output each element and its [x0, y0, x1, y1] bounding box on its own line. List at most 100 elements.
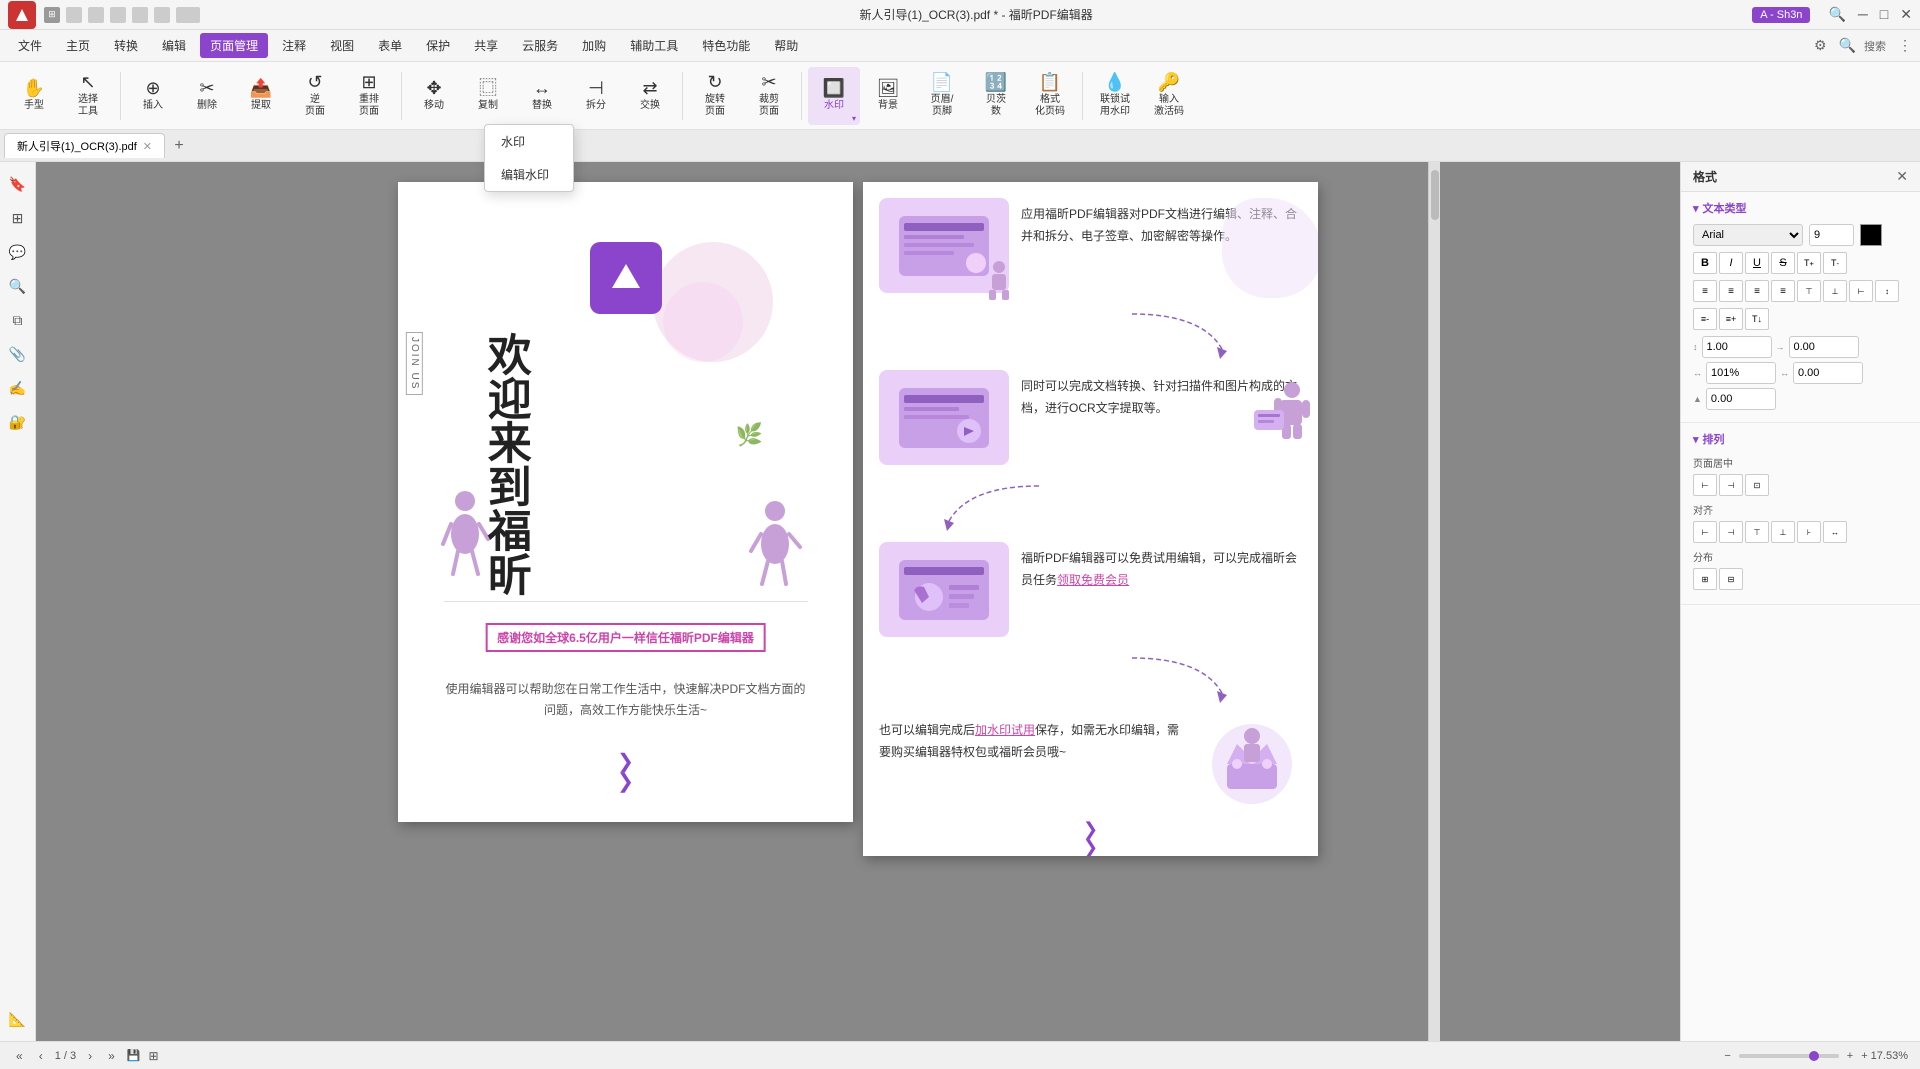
line-spacing-input[interactable]: [1702, 336, 1772, 358]
list-outdent-btn[interactable]: ≡+: [1719, 308, 1743, 330]
section3-link[interactable]: 领取免费会员: [1057, 573, 1129, 587]
more-icon[interactable]: ⋮: [1898, 37, 1912, 54]
font-size-input[interactable]: [1809, 224, 1854, 246]
bold-btn[interactable]: B: [1693, 252, 1717, 274]
obj-align-middle-btn[interactable]: ⊦: [1797, 521, 1821, 543]
menu-purchase[interactable]: 加购: [572, 33, 616, 58]
obj-align-left-btn[interactable]: ⊢: [1693, 521, 1717, 543]
sidebar-layers-icon[interactable]: ⧉: [4, 306, 32, 334]
baseline-input[interactable]: [1706, 388, 1776, 410]
nav-last-btn[interactable]: »: [104, 1049, 119, 1063]
tool-reverse[interactable]: ↺ 逆页面: [289, 67, 341, 125]
menu-convert[interactable]: 转换: [104, 33, 148, 58]
menu-file[interactable]: 文件: [8, 33, 52, 58]
tool-lock-watermark[interactable]: 💧 联锁试用水印: [1089, 67, 1141, 125]
minimize-btn[interactable]: ─: [1858, 6, 1868, 23]
obj-align-top-btn[interactable]: ⊥: [1771, 521, 1795, 543]
panel-close-icon[interactable]: ✕: [1896, 168, 1908, 185]
tool-watermark[interactable]: 🔲 水印 ▾: [808, 67, 860, 125]
sidebar-bookmark-icon[interactable]: 🔖: [4, 170, 32, 198]
indent-input[interactable]: [1789, 336, 1859, 358]
dropdown-edit-watermark[interactable]: 编辑水印: [485, 158, 573, 191]
menu-protect[interactable]: 保护: [416, 33, 460, 58]
distribute-h-btn[interactable]: ⊞: [1693, 568, 1717, 590]
sidebar-signature-icon[interactable]: ✍: [4, 374, 32, 402]
tool-move[interactable]: ✥ 移动: [408, 67, 460, 125]
dropdown-watermark[interactable]: 水印: [485, 125, 573, 158]
close-btn[interactable]: ✕: [1900, 6, 1912, 23]
nav-next-btn[interactable]: ›: [84, 1049, 96, 1063]
underline-btn[interactable]: U: [1745, 252, 1769, 274]
zoom-slider[interactable]: [1739, 1054, 1839, 1058]
align-middle-btn[interactable]: ⊥: [1823, 280, 1847, 302]
align-right-btn[interactable]: ≡: [1745, 280, 1769, 302]
menu-view[interactable]: 视图: [320, 33, 364, 58]
font-color-picker[interactable]: [1860, 224, 1882, 246]
distribute-v-btn[interactable]: ⊟: [1719, 568, 1743, 590]
tool-header-footer[interactable]: 📄 页眉/页脚: [916, 67, 968, 125]
align-center-btn[interactable]: ≡: [1719, 280, 1743, 302]
content-scrollbar[interactable]: [1428, 162, 1440, 1041]
tool-bates[interactable]: 🔢 贝茨数: [970, 67, 1022, 125]
tool-crop[interactable]: ✂ 裁剪页面: [743, 67, 795, 125]
char-scale-input[interactable]: [1706, 362, 1776, 384]
fit-page-btn[interactable]: ⊞: [148, 1049, 158, 1063]
menu-cloud[interactable]: 云服务: [512, 33, 568, 58]
menu-form[interactable]: 表单: [368, 33, 412, 58]
obj-align-center-btn[interactable]: ⊣: [1719, 521, 1743, 543]
align-top-btn[interactable]: ⊤: [1797, 280, 1821, 302]
char-spacing-input[interactable]: [1793, 362, 1863, 384]
tool-rotate[interactable]: ↻ 旋转页面: [689, 67, 741, 125]
menu-assist[interactable]: 辅助工具: [620, 33, 688, 58]
tab-add-btn[interactable]: +: [167, 134, 191, 158]
tool-rearrange[interactable]: ⊞ 重排页面: [343, 67, 395, 125]
tool-split[interactable]: ⊣ 拆分: [570, 67, 622, 125]
italic-btn[interactable]: I: [1719, 252, 1743, 274]
tool-insert[interactable]: ⊕ 插入: [127, 67, 179, 125]
search-toolbar-icon[interactable]: 🔍: [1839, 37, 1856, 54]
tool-extract[interactable]: 📤 提取: [235, 67, 287, 125]
align-bottom-btn[interactable]: ⊢: [1849, 280, 1873, 302]
obj-align-bottom-btn[interactable]: ↔: [1823, 521, 1847, 543]
center-v-btn[interactable]: ⊣: [1719, 474, 1743, 496]
tool-select[interactable]: ↖ 选择工具: [62, 67, 114, 125]
menu-share[interactable]: 共享: [464, 33, 508, 58]
tool-format-page[interactable]: 📋 格式化页码: [1024, 67, 1076, 125]
tool-background[interactable]: 🖼 背景: [862, 67, 914, 125]
align-left-btn[interactable]: ≡: [1693, 280, 1717, 302]
text-direction-btn[interactable]: ↕: [1875, 280, 1899, 302]
strikethrough-btn[interactable]: S: [1771, 252, 1795, 274]
section4-link[interactable]: 加水印试用: [975, 723, 1035, 737]
center-both-btn[interactable]: ⊡: [1745, 474, 1769, 496]
nav-prev-btn[interactable]: ‹: [35, 1049, 47, 1063]
tool-delete[interactable]: ✂ 删除: [181, 67, 233, 125]
zoom-out-btn[interactable]: −: [1724, 1050, 1730, 1062]
list-indent-btn[interactable]: ≡-: [1693, 308, 1717, 330]
align-justify-btn[interactable]: ≡: [1771, 280, 1795, 302]
zoom-in-btn[interactable]: +: [1847, 1050, 1853, 1062]
font-name-select[interactable]: Arial: [1693, 224, 1803, 246]
maximize-btn[interactable]: □: [1880, 6, 1888, 23]
obj-align-right-btn[interactable]: ⊤: [1745, 521, 1769, 543]
menu-edit[interactable]: 编辑: [152, 33, 196, 58]
tool-hand[interactable]: ✋ 手型: [8, 67, 60, 125]
menu-annotate[interactable]: 注释: [272, 33, 316, 58]
menu-home[interactable]: 主页: [56, 33, 100, 58]
text-size-decrease-btn[interactable]: T↓: [1745, 308, 1769, 330]
tool-swap[interactable]: ⇄ 交换: [624, 67, 676, 125]
tool-activation[interactable]: 🔑 输入激活码: [1143, 67, 1195, 125]
save-btn[interactable]: 💾: [127, 1049, 141, 1062]
tab-close-btn[interactable]: ✕: [143, 140, 152, 153]
toolbar-settings-icon[interactable]: ⚙: [1814, 37, 1827, 54]
tab-pdf[interactable]: 新人引导(1)_OCR(3).pdf ✕: [4, 133, 165, 158]
sidebar-search-icon[interactable]: 🔍: [4, 272, 32, 300]
tool-replace[interactable]: ↔ 替换: [516, 67, 568, 125]
menu-features[interactable]: 特色功能: [692, 33, 760, 58]
sidebar-annotation-icon[interactable]: 💬: [4, 238, 32, 266]
nav-first-btn[interactable]: «: [12, 1049, 27, 1063]
subscript-btn[interactable]: T-: [1823, 252, 1847, 274]
menu-help[interactable]: 帮助: [764, 33, 808, 58]
menu-page-manage[interactable]: 页面管理: [200, 33, 268, 58]
search-icon[interactable]: 🔍: [1828, 6, 1845, 23]
tool-copy[interactable]: ⿴ 复制: [462, 67, 514, 125]
